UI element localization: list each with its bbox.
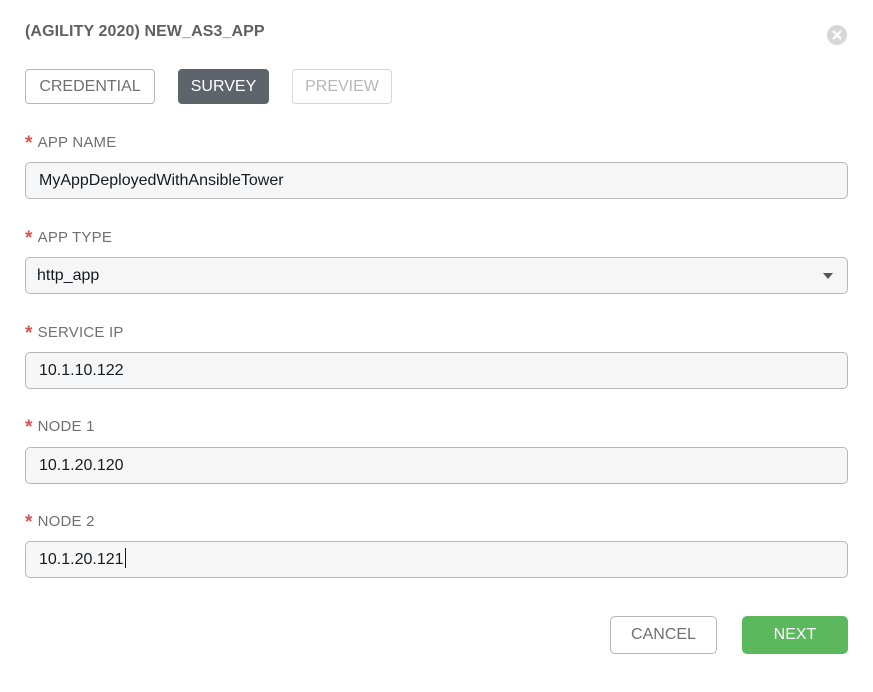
service-ip-label-text: SERVICE IP (37, 324, 124, 341)
node2-input[interactable]: 10.1.20.121 (25, 541, 848, 578)
node2-label-text: NODE 2 (37, 513, 95, 530)
service-ip-label: * SERVICE IP (25, 323, 124, 345)
cancel-button[interactable]: CANCEL (610, 616, 717, 654)
tab-survey[interactable]: SURVEY (178, 69, 269, 104)
required-marker: * (25, 323, 33, 344)
app-type-selected-value: http_app (37, 267, 100, 284)
app-type-label-text: APP TYPE (37, 229, 113, 246)
job-launch-modal: (AGILITY 2020) NEW_AS3_APP CREDENTIAL SU… (0, 0, 873, 692)
caret-down-icon (823, 273, 833, 279)
node2-input-value: 10.1.20.121 (39, 551, 124, 568)
close-icon (832, 30, 842, 40)
app-name-label: * APP NAME (25, 133, 116, 155)
app-name-label-text: APP NAME (37, 134, 117, 151)
app-type-label: * APP TYPE (25, 228, 112, 250)
close-button[interactable] (827, 25, 847, 45)
node1-input[interactable]: 10.1.20.120 (25, 447, 848, 484)
tab-credential[interactable]: CREDENTIAL (25, 69, 155, 104)
node2-label: * NODE 2 (25, 512, 95, 534)
next-button[interactable]: NEXT (742, 616, 848, 654)
app-name-input[interactable]: MyAppDeployedWithAnsibleTower (25, 162, 848, 199)
required-marker: * (25, 228, 33, 249)
app-type-select[interactable]: http_app (25, 257, 848, 294)
required-marker: * (25, 417, 33, 438)
tab-preview[interactable]: PREVIEW (292, 69, 392, 104)
required-marker: * (25, 512, 33, 533)
required-marker: * (25, 133, 33, 154)
service-ip-input[interactable]: 10.1.10.122 (25, 352, 848, 389)
text-cursor (124, 548, 126, 568)
node1-label: * NODE 1 (25, 417, 95, 439)
node1-label-text: NODE 1 (37, 418, 95, 435)
modal-title: (AGILITY 2020) NEW_AS3_APP (25, 23, 265, 40)
